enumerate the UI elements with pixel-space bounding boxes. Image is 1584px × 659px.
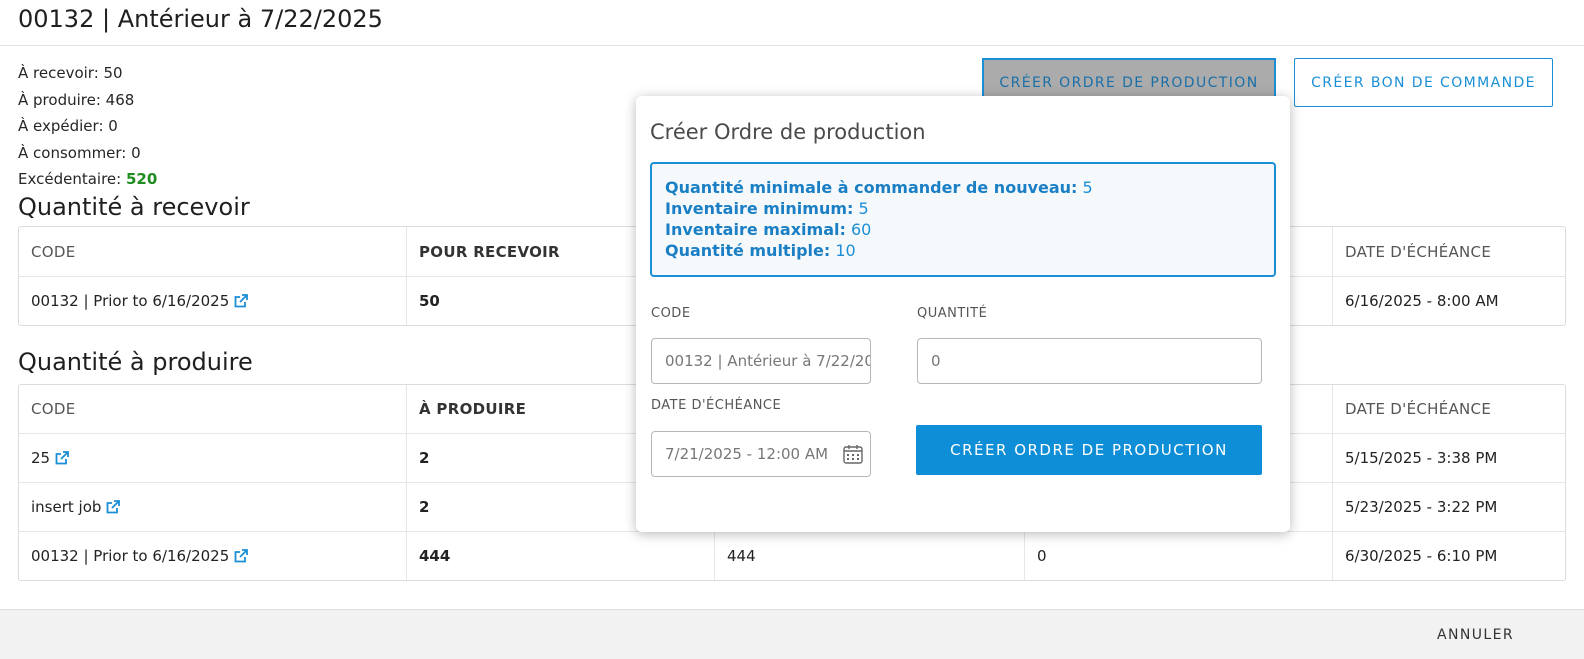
- row-col3: 444: [714, 532, 1024, 580]
- row-code-text: 25: [31, 449, 51, 467]
- info-multiple-label: Quantité multiple:: [665, 241, 831, 260]
- cancel-button[interactable]: ANNULER: [1437, 627, 1514, 643]
- row-due-date: 5/23/2025 - 3:22 PM: [1332, 483, 1565, 531]
- code-label: CODE: [651, 306, 691, 321]
- quantity-input[interactable]: 0: [917, 338, 1262, 384]
- row-code-text: 00132 | Prior to 6/16/2025: [31, 292, 230, 310]
- summary-consommer: À consommer: 0: [18, 143, 141, 162]
- info-min-reorder-value: 5: [1077, 178, 1093, 197]
- header-due-date: DATE D'ÉCHÉANCE: [1332, 385, 1565, 433]
- info-multiple-value: 10: [830, 241, 856, 260]
- page-header: 00132 | Antérieur à 7/22/2025: [0, 0, 1584, 46]
- header-due-date: DATE D'ÉCHÉANCE: [1332, 227, 1565, 276]
- info-min-inventory-label: Inventaire minimum:: [665, 199, 854, 218]
- info-max-inventory: Inventaire maximal: 60: [665, 219, 1261, 240]
- header-code: CODE: [31, 242, 76, 261]
- calendar-icon[interactable]: [842, 443, 864, 465]
- info-min-reorder: Quantité minimale à commander de nouveau…: [665, 177, 1261, 198]
- due-date-label: DATE D'ÉCHÉANCE: [651, 398, 782, 413]
- code-input[interactable]: 00132 | Antérieur à 7/22/2025: [651, 338, 871, 384]
- row-code[interactable]: 00132 | Prior to 6/16/2025: [19, 277, 406, 325]
- external-link-icon[interactable]: [54, 450, 70, 466]
- page-title: 00132 | Antérieur à 7/22/2025: [18, 5, 383, 33]
- summary-expedier: À expédier: 0: [18, 117, 118, 135]
- row-code[interactable]: 25: [19, 434, 406, 482]
- info-min-reorder-label: Quantité minimale à commander de nouveau…: [665, 178, 1078, 197]
- row-code[interactable]: 00132 | Prior to 6/16/2025: [19, 532, 406, 580]
- row-due-date: 5/15/2025 - 3:38 PM: [1332, 434, 1565, 482]
- submit-production-order-button[interactable]: CRÉER ORDRE DE PRODUCTION: [916, 425, 1262, 475]
- section-title-produce: Quantité à produire: [18, 348, 253, 376]
- external-link-icon[interactable]: [233, 293, 249, 309]
- quantity-label: QUANTITÉ: [917, 306, 988, 321]
- external-link-icon[interactable]: [105, 499, 121, 515]
- summary-produire: À produire: 468: [18, 90, 135, 109]
- summary-excedentaire-value: 520: [125, 170, 158, 188]
- row-code-text: 00132 | Prior to 6/16/2025: [31, 547, 230, 565]
- section-title-receive: Quantité à recevoir: [18, 193, 250, 221]
- due-date-value: 7/21/2025 - 12:00 AM: [665, 445, 829, 463]
- popover-title: Créer Ordre de production: [650, 120, 926, 144]
- dialog-footer: ANNULER: [0, 609, 1584, 659]
- info-min-inventory: Inventaire minimum: 5: [665, 198, 1261, 219]
- row-due-date: 6/30/2025 - 6:10 PM: [1332, 532, 1565, 580]
- row-code[interactable]: insert job: [19, 483, 406, 531]
- summary-recevoir: À recevoir: 50: [18, 64, 123, 82]
- info-max-inventory-value: 60: [845, 220, 872, 239]
- header-code: CODE: [31, 400, 76, 418]
- row-code-text: insert job: [31, 498, 102, 516]
- table-row: 00132 | Prior to 6/16/2025 444 444 0 6/3…: [19, 531, 1565, 580]
- info-min-inventory-value: 5: [853, 199, 869, 218]
- external-link-icon[interactable]: [233, 548, 249, 564]
- info-max-inventory-label: Inventaire maximal:: [665, 220, 846, 239]
- row-due-date: 6/16/2025 - 8:00 AM: [1332, 277, 1565, 325]
- summary-excedentaire-label: Excédentaire:: [18, 170, 126, 188]
- row-qty: 444: [406, 532, 714, 580]
- quantity-summary: À recevoir: 50 À produire: 468 À expédie…: [18, 60, 157, 193]
- info-multiple: Quantité multiple: 10: [665, 240, 1261, 261]
- due-date-input[interactable]: 7/21/2025 - 12:00 AM: [651, 431, 871, 477]
- summary-excedentaire: Excédentaire: 520: [18, 166, 157, 193]
- inventory-info-box: Quantité minimale à commander de nouveau…: [650, 162, 1276, 277]
- create-purchase-order-button[interactable]: CRÉER BON DE COMMANDE: [1294, 58, 1553, 107]
- row-col4: 0: [1024, 532, 1332, 580]
- create-production-order-popover: Créer Ordre de production Quantité minim…: [636, 96, 1290, 532]
